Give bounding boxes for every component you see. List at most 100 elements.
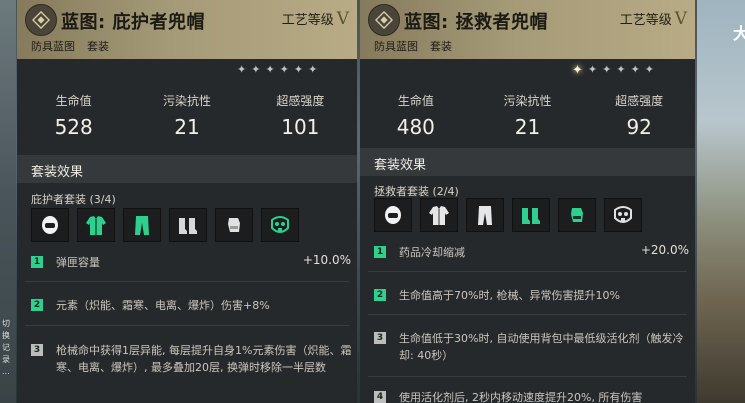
set-effect-3: 3 生命值低于30%时, 自动使用背包中最低级活化剂（触发冷却: 40秒） bbox=[374, 332, 689, 372]
star-icon: ✦ bbox=[630, 63, 640, 76]
hood-icon[interactable] bbox=[31, 208, 69, 242]
star-icon: ✦ bbox=[308, 63, 318, 76]
section-title: 套装效果 bbox=[374, 158, 427, 173]
card-header: 蓝图: 拯救者兜帽 工艺等级 V 防具蓝图 套装 bbox=[360, 0, 695, 59]
background-left-text: 切换 记录 ... bbox=[2, 319, 10, 376]
set-name: 拯救者套装 (2/4) bbox=[374, 185, 459, 198]
star-icon: ✦ bbox=[265, 63, 275, 76]
set-pieces bbox=[31, 208, 299, 242]
card-title: 蓝图: 拯救者兜帽 bbox=[404, 12, 548, 33]
stat-health: 生命值 480 bbox=[360, 92, 472, 139]
stat-label: 超感强度 bbox=[615, 94, 664, 108]
effect-number-badge: 4 bbox=[374, 391, 386, 403]
star-rating: ✦ ✦ ✦ ✦ ✦ ✦ bbox=[237, 63, 317, 76]
stat-psi-intensity: 超感强度 101 bbox=[244, 92, 357, 139]
card-tags: 防具蓝图 套装 bbox=[31, 38, 121, 54]
effect-number-badge: 2 bbox=[374, 289, 386, 301]
card-header: 蓝图: 庇护者兜帽 工艺等级 V 防具蓝图 套装 bbox=[17, 0, 357, 59]
effect-number-badge: 3 bbox=[374, 332, 386, 344]
star-rating: ✦ ✦ ✦ ✦ ✦ ✦ bbox=[572, 63, 654, 78]
stat-label: 超感强度 bbox=[276, 94, 325, 108]
tag-set: 套装 bbox=[430, 40, 452, 53]
blueprint-emblem-icon bbox=[368, 4, 400, 36]
tag-set: 套装 bbox=[87, 40, 109, 53]
effect-number-badge: 1 bbox=[374, 246, 386, 258]
set-effect-4: 4 使用活化剂后, 2秒内移动速度提升20%, 所有伤害 bbox=[374, 391, 689, 403]
boots-icon[interactable] bbox=[169, 208, 207, 242]
effect-number-badge: 3 bbox=[31, 344, 43, 356]
stat-row: 生命值 480 污染抗性 21 超感强度 92 bbox=[360, 92, 695, 139]
star-icon: ✦ bbox=[602, 63, 612, 76]
tag-armor-blueprint: 防具蓝图 bbox=[374, 40, 418, 53]
effect-text: 生命值高于70%时, 枪械、异常伤害提升10% bbox=[399, 289, 620, 302]
star-icon: ✦ bbox=[644, 63, 654, 76]
stat-row: 生命值 528 污染抗性 21 超感强度 101 bbox=[17, 92, 357, 139]
stat-pollution-resist: 污染抗性 21 bbox=[472, 92, 584, 139]
craft-tier-label: 工艺等级 bbox=[281, 13, 334, 28]
jacket-icon[interactable] bbox=[420, 198, 458, 232]
section-title: 套装效果 bbox=[31, 165, 84, 180]
gloves-icon[interactable] bbox=[215, 208, 253, 242]
pants-icon[interactable] bbox=[466, 198, 504, 232]
star-icon: ✦ bbox=[572, 63, 583, 78]
mask-icon[interactable] bbox=[604, 198, 642, 232]
stat-value: 480 bbox=[396, 115, 435, 139]
effect-text: 药品冷却缩减 bbox=[399, 246, 465, 259]
boots-icon[interactable] bbox=[512, 198, 550, 232]
stat-label: 污染抗性 bbox=[503, 94, 552, 108]
stat-value: 101 bbox=[281, 115, 320, 139]
effect-value: +20.0% bbox=[640, 243, 689, 257]
tag-armor-blueprint: 防具蓝图 bbox=[31, 40, 75, 53]
set-effect-3: 3 枪械命中获得1层异能, 每层提升自身1%元素伤害（炽能、霜寒、电离、爆炸）,… bbox=[31, 344, 351, 403]
card-title: 蓝图: 庇护者兜帽 bbox=[61, 12, 205, 33]
pants-icon[interactable] bbox=[123, 208, 161, 242]
star-icon: ✦ bbox=[587, 63, 598, 76]
stat-psi-intensity: 超感强度 92 bbox=[583, 92, 695, 139]
stat-health: 生命值 528 bbox=[17, 92, 130, 139]
craft-tier-label: 工艺等级 bbox=[619, 13, 672, 28]
divider bbox=[368, 314, 687, 315]
effect-text: 元素（炽能、霜寒、电离、爆炸）伤害+8% bbox=[56, 299, 270, 312]
blueprint-card-savior-hood[interactable]: 蓝图: 拯救者兜帽 工艺等级 V 防具蓝图 套装 ✦ ✦ ✦ ✦ ✦ ✦ 生命值 48… bbox=[360, 0, 695, 403]
card-tags: 防具蓝图 套装 bbox=[374, 38, 464, 54]
effect-text: 生命值低于30%时, 自动使用背包中最低级活化剂（触发冷却: 40秒） bbox=[399, 332, 684, 362]
background-right-text: 大 bbox=[733, 24, 745, 43]
stat-value: 21 bbox=[174, 115, 200, 139]
effect-value: +10.0% bbox=[302, 253, 351, 267]
star-icon: ✦ bbox=[251, 63, 261, 76]
set-effect-header: 套装效果 bbox=[360, 148, 695, 176]
set-name: 庇护者套装 (3/4) bbox=[31, 193, 116, 206]
blueprint-card-shelter-hood[interactable]: 蓝图: 庇护者兜帽 工艺等级 V 防具蓝图 套装 ✦ ✦ ✦ ✦ ✦ ✦ 生命值 52… bbox=[17, 0, 357, 403]
effect-number-badge: 1 bbox=[31, 256, 43, 268]
star-icon: ✦ bbox=[279, 63, 289, 76]
stat-label: 生命值 bbox=[55, 94, 92, 108]
effect-text: 使用活化剂后, 2秒内移动速度提升20%, 所有伤害 bbox=[399, 391, 643, 403]
effect-text: 枪械命中获得1层异能, 每层提升自身1%元素伤害（炽能、霜寒、电离、爆炸）, 最… bbox=[56, 344, 352, 374]
effect-number-badge: 2 bbox=[31, 299, 43, 311]
set-effect-2: 2 元素（炽能、霜寒、电离、爆炸）伤害+8% bbox=[31, 299, 351, 317]
star-icon: ✦ bbox=[293, 63, 304, 76]
divider bbox=[368, 271, 687, 272]
stat-value: 21 bbox=[514, 115, 541, 139]
gloves-icon[interactable] bbox=[558, 198, 596, 232]
background-right-scene bbox=[697, 0, 745, 403]
set-effect-2: 2 生命值高于70%时, 枪械、异常伤害提升10% bbox=[374, 289, 689, 307]
mask-icon[interactable] bbox=[261, 208, 299, 242]
divider bbox=[368, 376, 687, 377]
stat-label: 污染抗性 bbox=[162, 94, 211, 108]
divider bbox=[25, 281, 349, 282]
stat-value: 92 bbox=[626, 115, 652, 139]
craft-tier: 工艺等级 V bbox=[620, 9, 687, 29]
effect-text: 弹匣容量 bbox=[56, 256, 100, 269]
set-effect-header: 套装效果 bbox=[17, 155, 357, 183]
craft-tier: 工艺等级 V bbox=[282, 9, 349, 29]
divider bbox=[25, 325, 349, 326]
stat-label: 生命值 bbox=[397, 94, 434, 108]
set-pieces bbox=[374, 198, 642, 232]
stat-pollution-resist: 污染抗性 21 bbox=[130, 92, 243, 139]
stat-value: 528 bbox=[54, 115, 93, 139]
blueprint-emblem-icon bbox=[25, 4, 57, 36]
hood-icon[interactable] bbox=[374, 198, 412, 232]
craft-tier-value: V bbox=[674, 9, 687, 29]
jacket-icon[interactable] bbox=[77, 208, 115, 242]
